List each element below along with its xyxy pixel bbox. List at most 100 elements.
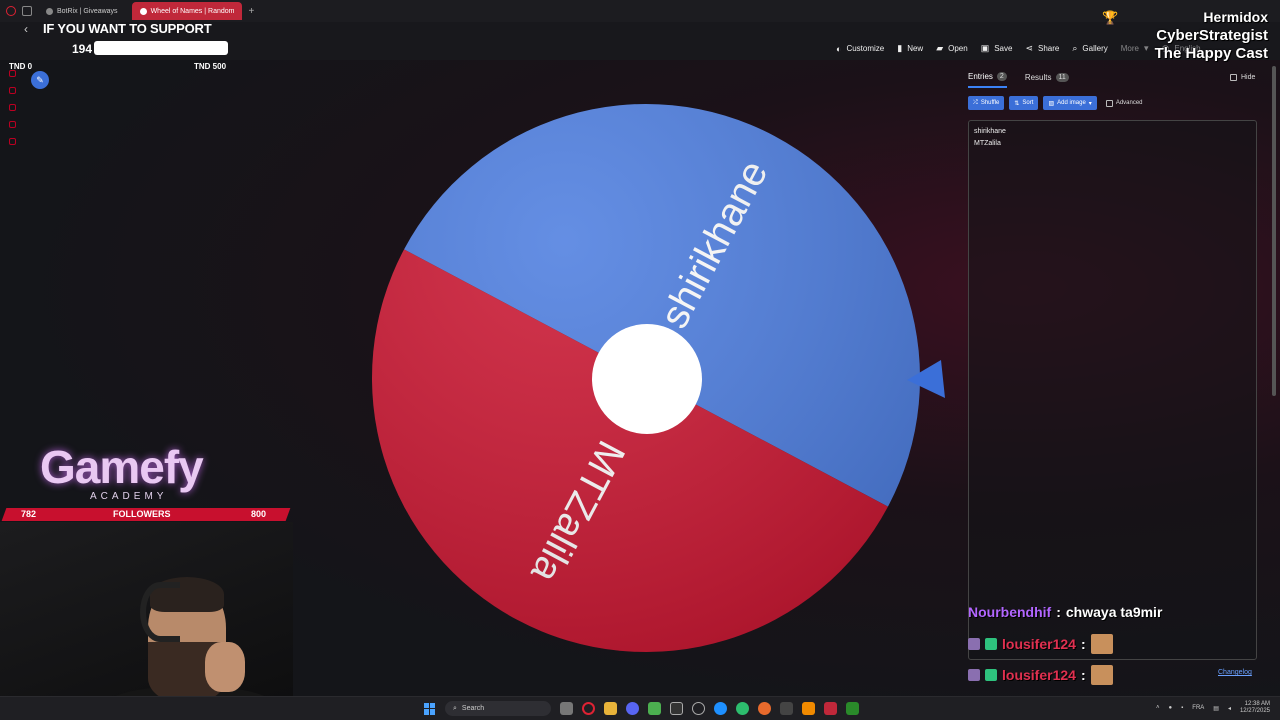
support-title: IF YOU WANT TO SUPPORT bbox=[43, 21, 212, 36]
tab-botrix[interactable]: BotRix | Giveaways bbox=[38, 2, 126, 20]
network-icon[interactable]: ▤ bbox=[1213, 705, 1219, 712]
page-scrollbar[interactable] bbox=[1272, 66, 1276, 396]
save-label: Save bbox=[994, 44, 1013, 53]
chat-username: lousifer124 bbox=[1002, 636, 1076, 652]
entry-line: shirikhane bbox=[974, 128, 1006, 135]
subscriber-badge-icon bbox=[968, 669, 980, 681]
gallery-button[interactable]: ⌕ Gallery bbox=[1072, 43, 1107, 54]
wheel-svg[interactable]: shirikhaneMTZalila bbox=[370, 102, 922, 654]
microphone-icon[interactable]: ● bbox=[1169, 705, 1173, 711]
trophy-icon: 🏆 bbox=[1102, 10, 1119, 25]
gallery-label: Gallery bbox=[1082, 44, 1108, 53]
save-icon: ▣ bbox=[980, 43, 990, 53]
browser-tab-bar: BotRix | Giveaways Wheel of Names | Rand… bbox=[0, 0, 1280, 22]
sort-icon: ⇅ bbox=[1014, 100, 1020, 107]
share-button[interactable]: ⋖ Share bbox=[1025, 43, 1059, 54]
opera-icon[interactable] bbox=[582, 702, 595, 715]
entries-actions: ⤮ Shuffle ⇅ Sort ▨ Add image ▾ Advanced bbox=[968, 96, 1143, 110]
customize-button[interactable]: ◐ Customize bbox=[836, 43, 884, 54]
sidebar-app-icon[interactable] bbox=[8, 104, 16, 111]
sidebar-toggle-icon[interactable] bbox=[22, 6, 32, 16]
new-label: New bbox=[907, 44, 924, 53]
followers-label: FOLLOWERS bbox=[113, 509, 171, 519]
open-label: Open bbox=[948, 44, 968, 53]
donation-goal-bar bbox=[94, 41, 228, 55]
webcam-feed bbox=[0, 522, 293, 720]
wheel[interactable]: shirikhaneMTZalila bbox=[370, 102, 922, 654]
tab-wheel-of-names[interactable]: Wheel of Names | Random bbox=[131, 2, 243, 20]
sidebar-app-icon[interactable] bbox=[8, 87, 16, 94]
edit-title-button[interactable]: ✎ bbox=[31, 71, 49, 89]
emote-icon bbox=[1090, 634, 1113, 654]
search-icon: ⌕ bbox=[1072, 43, 1078, 53]
whatsapp-icon[interactable] bbox=[736, 702, 749, 715]
clock-time: 12:38 AM bbox=[1244, 701, 1270, 707]
sidebar-app-icon[interactable] bbox=[8, 121, 16, 128]
tab-results[interactable]: Results 11 bbox=[1025, 73, 1069, 87]
palette-icon: ◐ bbox=[836, 43, 842, 54]
chat-username: Nourbendhif bbox=[968, 604, 1052, 620]
app-icon[interactable] bbox=[648, 702, 661, 715]
language-indicator[interactable]: FRA bbox=[1192, 705, 1204, 711]
settings-icon[interactable] bbox=[692, 702, 705, 715]
tab-results-label: Results bbox=[1024, 73, 1052, 82]
gamefy-logo: Gamefy bbox=[40, 441, 204, 493]
browser-logo-icon bbox=[6, 6, 16, 16]
obs-icon[interactable] bbox=[670, 702, 683, 715]
overlay-name-2: CyberStrategist bbox=[1156, 27, 1268, 44]
vlc-icon[interactable] bbox=[802, 702, 815, 715]
checkbox-icon bbox=[1230, 74, 1237, 81]
overlay-name-1: Hermidox bbox=[1203, 9, 1268, 25]
advanced-label: Advanced bbox=[1115, 100, 1143, 106]
mod-badge-icon bbox=[985, 669, 997, 681]
new-tab-button[interactable]: + bbox=[248, 6, 254, 17]
hide-checkbox[interactable]: Hide bbox=[1230, 74, 1255, 81]
clock[interactable]: 12:38 AM 12/27/2025 bbox=[1240, 701, 1270, 715]
shuffle-label: Shuffle bbox=[980, 100, 1000, 106]
app-icon[interactable] bbox=[846, 702, 859, 715]
folder-icon: ▰ bbox=[936, 43, 944, 53]
share-label: Share bbox=[1038, 44, 1060, 53]
browser-icon[interactable] bbox=[714, 702, 727, 715]
system-tray: ˄ ● ▪ FRA ▤ ◂ 12:38 AM 12/27/2025 bbox=[1156, 701, 1270, 715]
sort-button[interactable]: ⇅ Sort bbox=[1009, 96, 1039, 110]
entries-textarea[interactable]: shirikhane MTZalila bbox=[968, 120, 1257, 660]
new-file-icon: ▮ bbox=[897, 43, 903, 53]
chevron-up-icon[interactable]: ˄ bbox=[1156, 705, 1160, 711]
search-icon: ⌕ bbox=[453, 704, 457, 712]
donation-goal-count: 194 bbox=[72, 42, 93, 56]
app-icon[interactable] bbox=[824, 702, 837, 715]
wheel-center-button[interactable] bbox=[592, 324, 702, 434]
followers-current: 782 bbox=[21, 509, 37, 519]
new-button[interactable]: ▮ New bbox=[897, 43, 923, 54]
customize-label: Customize bbox=[846, 44, 885, 53]
shuffle-button[interactable]: ⤮ Shuffle bbox=[968, 96, 1005, 110]
sort-label: Sort bbox=[1022, 100, 1034, 106]
taskbar: ⌕ Search ˄ ● ▪ FRA ▤ ◂ 12:38 AM 12/27/20… bbox=[0, 696, 1280, 720]
share-icon: ⋖ bbox=[1025, 43, 1033, 53]
sidebar-app-icon[interactable] bbox=[8, 138, 16, 145]
advanced-checkbox[interactable]: Advanced bbox=[1105, 99, 1143, 107]
add-image-button[interactable]: ▨ Add image ▾ bbox=[1043, 96, 1097, 110]
tab-label: Wheel of Names | Random bbox=[150, 7, 235, 15]
file-explorer-icon[interactable] bbox=[604, 702, 617, 715]
changelog-link[interactable]: Changelog bbox=[1218, 669, 1252, 676]
emote-icon bbox=[1090, 665, 1113, 685]
more-button[interactable]: More ▾ bbox=[1121, 43, 1149, 54]
taskbar-search[interactable]: ⌕ Search bbox=[445, 701, 551, 716]
task-view-icon[interactable] bbox=[560, 702, 573, 715]
volume-icon[interactable]: ◂ bbox=[1228, 705, 1231, 712]
camera-icon[interactable]: ▪ bbox=[1181, 705, 1183, 711]
browser-sidebar bbox=[6, 70, 18, 145]
save-button[interactable]: ▣ Save bbox=[981, 43, 1013, 54]
tab-entries[interactable]: Entries 2 bbox=[968, 72, 1007, 88]
windows-start-icon[interactable] bbox=[424, 702, 436, 715]
sidebar-app-icon[interactable] bbox=[8, 70, 16, 77]
app-icon[interactable] bbox=[780, 702, 793, 715]
app-icon[interactable] bbox=[758, 702, 771, 715]
back-arrow-icon[interactable]: ‹ bbox=[24, 22, 28, 36]
open-button[interactable]: ▰ Open bbox=[936, 43, 968, 54]
discord-icon[interactable] bbox=[626, 702, 639, 715]
chat-message: lousifer124 : bbox=[968, 634, 1113, 654]
more-label: More bbox=[1120, 44, 1139, 53]
